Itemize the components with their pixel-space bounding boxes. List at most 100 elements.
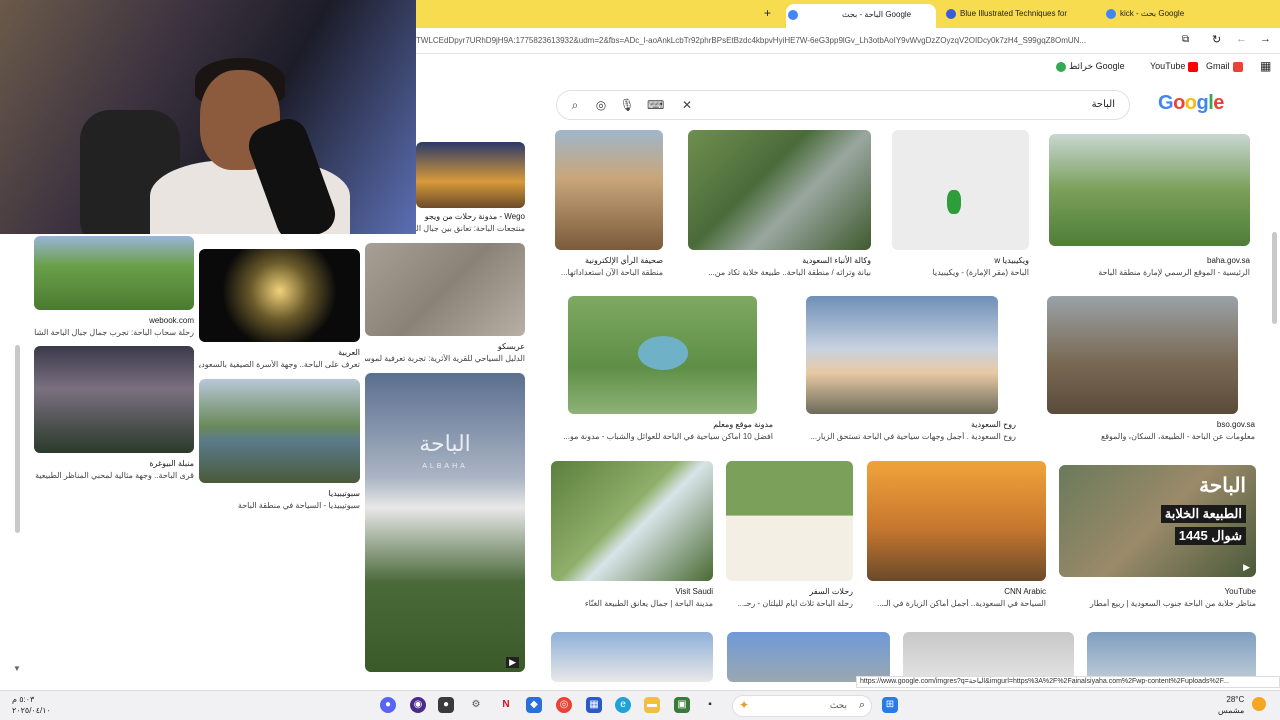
store-icon[interactable]: ▦	[586, 697, 602, 713]
pond-shape	[638, 336, 688, 370]
result-caption[interactable]: رحلة سحاب الباحة: تجرب جمال جبال الباحة …	[34, 328, 194, 337]
result-image-castle[interactable]	[555, 130, 663, 250]
lens-icon[interactable]: ◎	[593, 97, 609, 113]
result-caption[interactable]: رحلة الباحة ثلاث ايام لليلتان - رحـ...	[726, 599, 853, 608]
result-source: webook.com	[149, 316, 194, 325]
result-source: YouTube	[1224, 587, 1256, 596]
windows-start-icon[interactable]: ⊞	[882, 697, 898, 713]
result-caption[interactable]: السياحة في السعودية.. أجمل أماكن الزيارة…	[867, 599, 1046, 608]
page-scrollbar[interactable]	[1272, 232, 1277, 324]
discord-icon[interactable]: ●	[380, 697, 396, 713]
result-image-ruins-aerial[interactable]	[365, 243, 525, 336]
microphone-icon[interactable]: 🎙	[619, 97, 635, 113]
result-caption[interactable]: قرى الباحة.. وجهة مثالية لمحبي المناظر ا…	[34, 471, 194, 480]
bookmark-youtube[interactable]: YouTube	[1150, 58, 1201, 74]
bookmark-label: YouTube	[1150, 61, 1186, 71]
result-image-green-hills[interactable]	[1049, 134, 1250, 246]
result-source: bso.gov.sa	[1216, 420, 1255, 429]
result-caption[interactable]: مناظر خلابة من الباحة جنوب السعودية | رب…	[1059, 599, 1256, 608]
result-image-man-heritage[interactable]	[1047, 296, 1238, 414]
edge-icon[interactable]: e	[615, 697, 631, 713]
clear-icon[interactable]: ✕	[679, 97, 695, 113]
result-image-waterfall[interactable]	[688, 130, 871, 250]
poster-subtitle: ALBAHA	[422, 463, 468, 470]
bookmark-label: Gmail	[1206, 61, 1230, 71]
bookmark-label: خرائط Google	[1069, 61, 1125, 71]
scroll-down-icon[interactable]: ▼	[13, 664, 21, 673]
search-icon[interactable]: ⌕	[567, 97, 583, 113]
vscode-icon[interactable]: ◆	[526, 697, 542, 713]
result-caption[interactable]: بيانة وتراثه / منطقة الباحة.. طبيعة خلاب…	[688, 268, 871, 277]
settings-icon[interactable]: ⚙	[468, 697, 484, 713]
maps-icon	[1056, 61, 1066, 72]
result-image-park[interactable]	[568, 296, 757, 414]
bookmark-gmail[interactable]: Gmail	[1206, 58, 1246, 74]
result-image-clouds-village[interactable]	[806, 296, 998, 414]
result-image-lake[interactable]	[199, 379, 360, 483]
thumbnail-date: شوال 1445	[1174, 527, 1246, 545]
clock[interactable]: ٥:٠٣ م ٢٠٢٥/٠٤/١٠	[12, 694, 51, 716]
chrome-icon[interactable]: ◎	[556, 697, 572, 713]
google-logo[interactable]: Google	[1158, 92, 1224, 115]
result-caption[interactable]: روح السعودية . أجمل وجهات سياحية في البا…	[790, 432, 1016, 441]
play-icon: ▶	[1243, 562, 1250, 572]
result-caption[interactable]: سبوتيبيديا - السياحة في منطقة الباحة	[199, 501, 360, 510]
bookmark-google-maps[interactable]: خرائط Google	[1056, 58, 1125, 74]
result-image-trip-flyer[interactable]	[726, 461, 853, 581]
google-favicon-icon	[1106, 9, 1116, 19]
time-text: ٥:٠٣ م	[12, 695, 35, 704]
back-icon[interactable]: ←	[1236, 33, 1247, 45]
result-caption[interactable]: معلومات عن الباحة - الطبيعة، السكان، وال…	[1047, 432, 1255, 441]
reload-icon[interactable]: ↻	[1212, 33, 1221, 46]
taskbar: ٥:٠٣ م ٢٠٢٥/٠٤/١٠ ● ◉ ● ⚙ N ◆ ◎ ▦ e ▬ ▣ …	[0, 690, 1280, 720]
taskbar-search[interactable]: ✦ بحث ⌕	[732, 695, 872, 717]
result-caption[interactable]: الباحة (مقر الإمارة) - ويكيبيديا	[892, 268, 1029, 277]
obs-icon[interactable]: ◉	[410, 697, 426, 713]
terminal-icon[interactable]: ▪	[702, 697, 718, 713]
tab-label: kick - بحث Google	[1120, 9, 1185, 18]
map-region-highlight	[947, 190, 961, 214]
netflix-icon[interactable]: N	[498, 697, 514, 713]
result-source: CNN Arabic	[1004, 587, 1046, 596]
result-image-mountain-waterfall[interactable]	[551, 461, 713, 581]
left-panel-scrollbar[interactable]	[15, 345, 20, 533]
result-caption[interactable]: الدليل السياحي للقرية الأثرية: تجربة تعر…	[365, 354, 525, 363]
tab-blue-illustrated[interactable]: Blue Illustrated Techniques for	[944, 3, 1096, 25]
apps-grid-icon[interactable]: ▦	[1260, 59, 1271, 73]
new-tab-button[interactable]: +	[764, 6, 771, 20]
result-image-night-lights[interactable]	[199, 249, 360, 342]
result-image-albaha-poster[interactable]: الباحة ALBAHA ▶	[365, 373, 525, 672]
result-image-youtube-thumbnail[interactable]: الباحة الطبيعة الخلابة شوال 1445 ▶	[1059, 465, 1256, 577]
tab-label: Blue Illustrated Techniques for	[960, 9, 1068, 18]
result-caption[interactable]: منتجعات الباحة: تعانق بين جبال الباحة ال…	[416, 224, 525, 233]
result-image-map[interactable]	[892, 130, 1029, 250]
weather-widget[interactable]: 28°C مشمس	[1218, 694, 1244, 716]
result-caption[interactable]: افضل 10 اماكن سياحية في الباحة للعوائل و…	[555, 432, 773, 441]
result-image-stormy-village[interactable]	[34, 346, 194, 453]
result-image-fog[interactable]	[903, 632, 1074, 682]
result-caption[interactable]: منطقة الباحة الآن استعداداتها...	[555, 268, 663, 277]
url-field[interactable]: TWLCEdDpyr7URhD9jH9A:1775823613932&udm=2…	[416, 32, 1176, 50]
keyboard-icon[interactable]: ⌨	[647, 97, 664, 113]
result-image-palms[interactable]	[727, 632, 890, 682]
result-caption[interactable]: الرئيسية - الموقع الرسمي لإمارة منطقة ال…	[1049, 268, 1250, 277]
google-favicon-icon	[788, 10, 798, 20]
forward-icon[interactable]: →	[1260, 33, 1271, 45]
result-image-valley-path[interactable]	[34, 236, 194, 310]
tab-kick[interactable]: kick - بحث Google	[1104, 3, 1244, 25]
tab-albaha[interactable]: الباحة - بحث Google	[786, 4, 936, 28]
result-image-stone-village[interactable]	[867, 461, 1046, 581]
app-icon[interactable]: ▣	[674, 697, 690, 713]
result-image-sky[interactable]	[551, 632, 713, 682]
result-caption[interactable]: مدينة الباحة | جمال يعانق الطبيعة الغنّا…	[551, 599, 713, 608]
search-box[interactable]: ⌕ ◎ 🎙 ⌨ ✕ الباحة	[556, 90, 1130, 120]
tab-search-icon[interactable]: ⧉	[1182, 34, 1189, 45]
poster-title: الباحة	[419, 431, 471, 456]
folder-icon[interactable]: ▬	[644, 697, 660, 713]
app-icon[interactable]: ●	[438, 697, 454, 713]
result-image-cloudy-sky[interactable]	[1087, 632, 1256, 682]
result-image-night-village-top[interactable]	[416, 142, 525, 208]
search-input[interactable]: الباحة	[1092, 99, 1115, 110]
tab-label: الباحة - بحث Google	[842, 10, 912, 19]
result-caption[interactable]: تعرف على الباحة.. وجهة الأسرة الصيفية با…	[199, 360, 360, 369]
